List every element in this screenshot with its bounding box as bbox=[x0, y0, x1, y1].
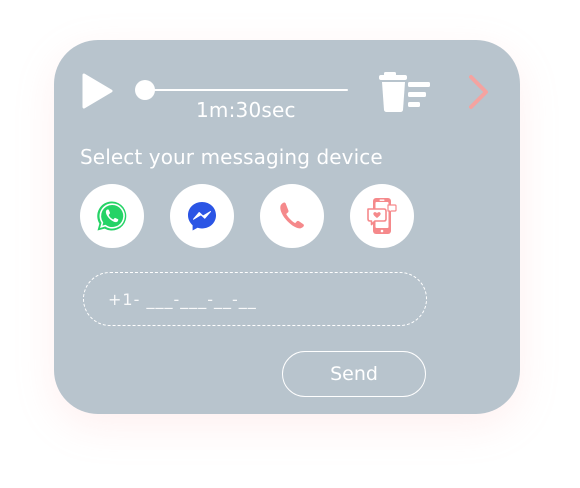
progress-knob[interactable] bbox=[135, 80, 155, 100]
next-button[interactable] bbox=[464, 72, 492, 112]
progress-track[interactable] bbox=[144, 89, 348, 91]
phone-icon bbox=[280, 202, 304, 229]
phone-number-placeholder: +1- ___-___-__-__ bbox=[108, 289, 257, 309]
play-icon bbox=[82, 73, 113, 109]
phone-call-button[interactable] bbox=[260, 184, 324, 248]
phone-number-input[interactable]: +1- ___-___-__-__ bbox=[83, 272, 427, 326]
trash-list-icon bbox=[379, 72, 430, 112]
recording-duration: 1m:30sec bbox=[196, 98, 296, 122]
whatsapp-icon bbox=[97, 201, 127, 231]
messenger-button[interactable] bbox=[170, 184, 234, 248]
messenger-icon bbox=[188, 202, 216, 231]
play-button[interactable] bbox=[80, 72, 114, 110]
phone-message-button[interactable] bbox=[350, 184, 414, 248]
whatsapp-button[interactable] bbox=[80, 184, 144, 248]
phone-message-icon bbox=[367, 198, 397, 234]
device-heading: Select your messaging device bbox=[80, 145, 383, 169]
send-button[interactable]: Send bbox=[282, 351, 426, 397]
delete-recording-button[interactable] bbox=[378, 70, 432, 114]
chevron-right-icon bbox=[469, 75, 488, 109]
